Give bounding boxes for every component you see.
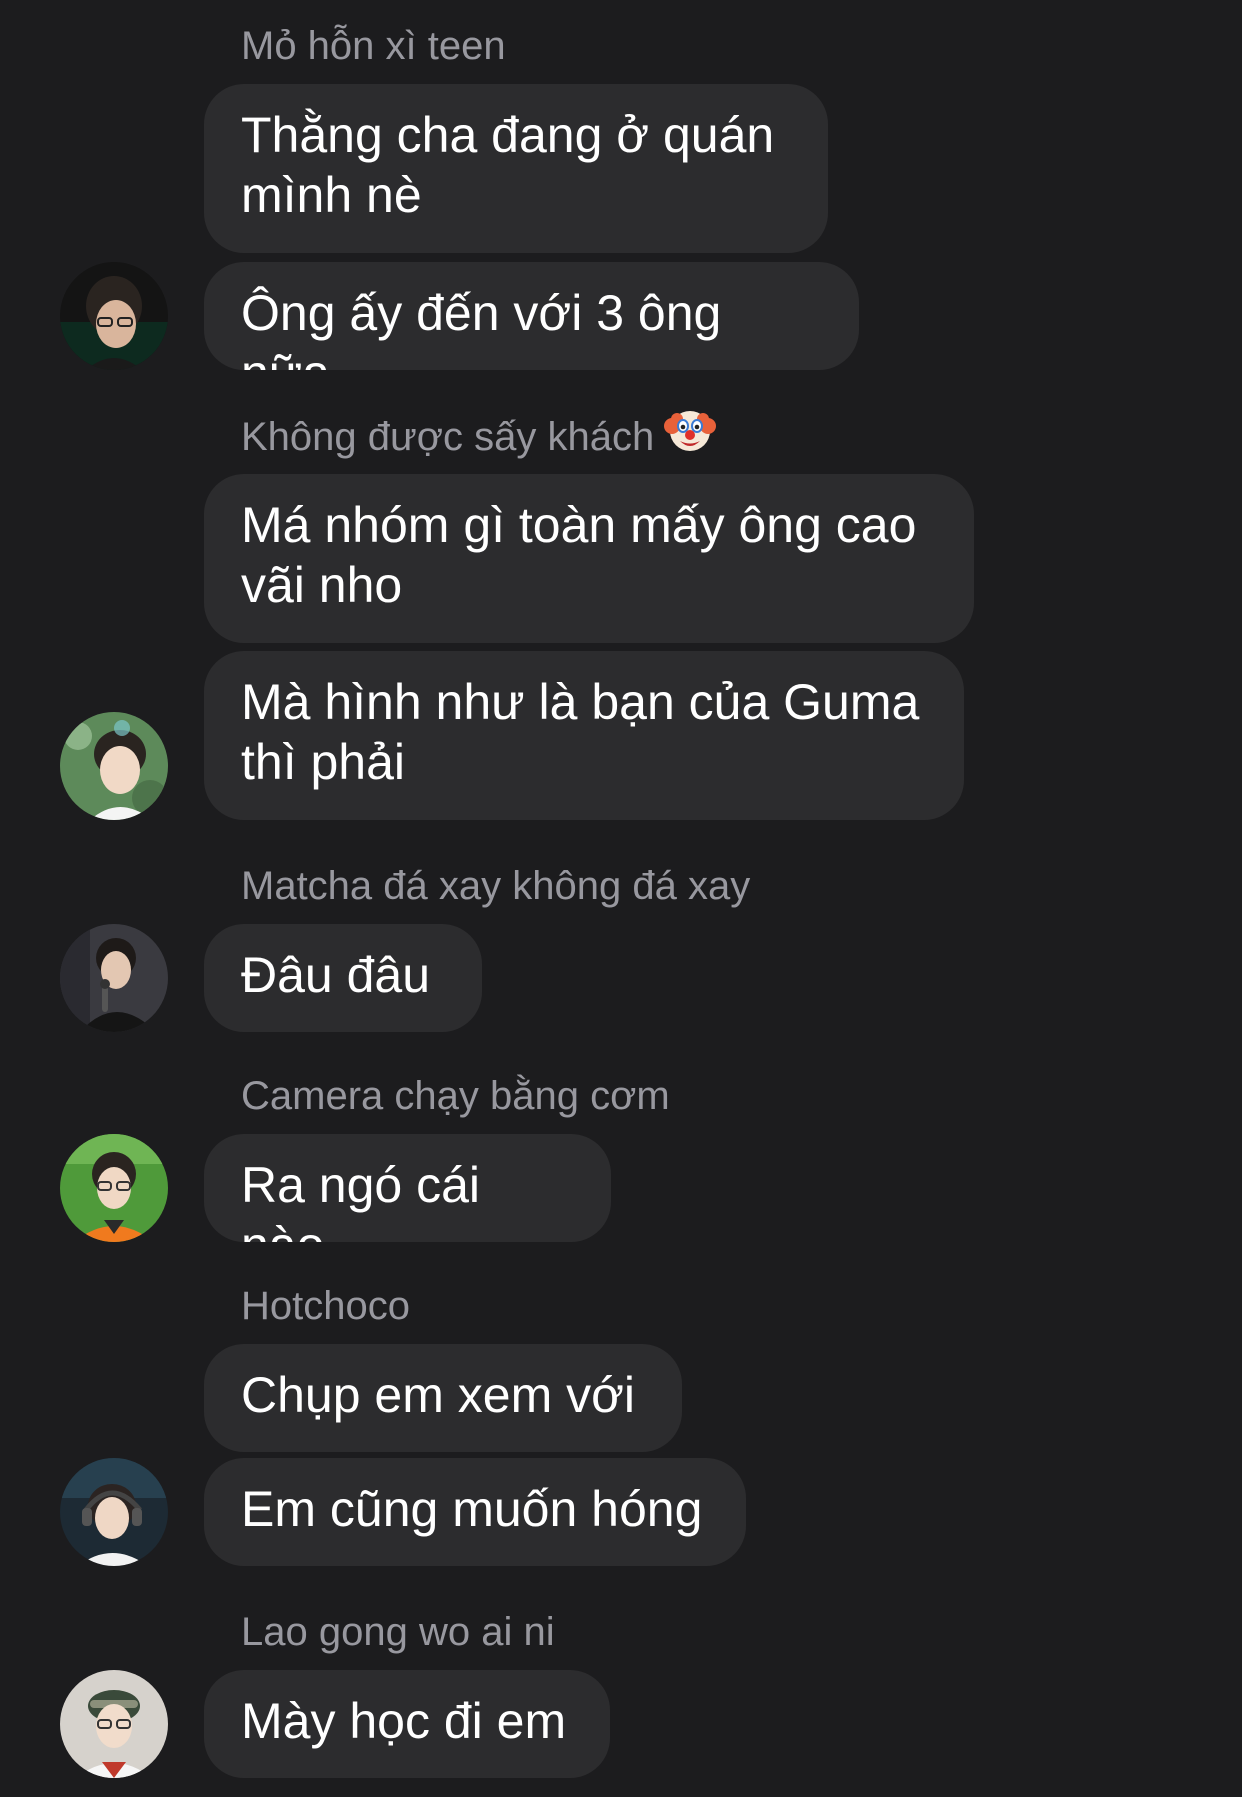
message-text: Ông ấy đến với 3 ông nữa xyxy=(241,285,722,370)
avatar-photo-icon xyxy=(60,1458,168,1566)
sender-name: Không được sấy khách xyxy=(241,411,717,467)
sender-name: Camera chạy bằng cơm xyxy=(241,1074,670,1118)
message-text: Má nhóm gì toàn mấy ông cao vãi nho xyxy=(241,497,917,613)
message-bubble[interactable]: Má nhóm gì toàn mấy ông cao vãi nho xyxy=(204,474,974,643)
avatar[interactable] xyxy=(60,262,168,370)
message-text: Chụp em xem với xyxy=(241,1367,636,1423)
avatar[interactable] xyxy=(60,1670,168,1778)
message-text: Ra ngó cái nào xyxy=(241,1157,481,1242)
avatar-photo-icon xyxy=(60,1670,168,1778)
message-bubble[interactable]: Em cũng muốn hóng xyxy=(204,1458,746,1566)
message-bubble[interactable]: Đâu đâu xyxy=(204,924,482,1032)
avatar[interactable] xyxy=(60,1458,168,1566)
message-text: Em cũng muốn hóng xyxy=(241,1481,703,1537)
message-bubble[interactable]: Thằng cha đang ở quán mình nè xyxy=(204,84,828,253)
message-bubble[interactable]: Mày học đi em xyxy=(204,1670,610,1778)
message-bubble[interactable]: Mà hình như là bạn của Guma thì phải xyxy=(204,651,964,820)
sender-name: Matcha đá xay không đá xay xyxy=(241,864,751,908)
sender-name-text: Không được sấy khách xyxy=(241,415,655,460)
avatar-photo-icon xyxy=(60,924,168,1032)
message-text: Mà hình như là bạn của Guma thì phải xyxy=(241,674,920,790)
avatar[interactable] xyxy=(60,924,168,1032)
avatar[interactable] xyxy=(60,1134,168,1242)
message-bubble[interactable]: Ra ngó cái nào xyxy=(204,1134,611,1242)
message-text: Mày học đi em xyxy=(241,1693,567,1749)
sender-name: Lao gong wo ai ni xyxy=(241,1610,555,1654)
message-text: Đâu đâu xyxy=(241,947,431,1003)
clown-face-icon xyxy=(664,404,717,467)
message-text: Thằng cha đang ở quán mình nè xyxy=(241,107,775,223)
avatar[interactable] xyxy=(60,712,168,820)
sender-name: Mỏ hỗn xì teen xyxy=(241,24,506,68)
message-bubble[interactable]: Chụp em xem với xyxy=(204,1344,682,1452)
sender-name: Hotchoco xyxy=(241,1284,410,1328)
avatar-photo-icon xyxy=(60,1134,168,1242)
avatar-photo-icon xyxy=(60,262,168,370)
message-bubble[interactable]: Ông ấy đến với 3 ông nữa xyxy=(204,262,859,370)
avatar-photo-icon xyxy=(60,712,168,820)
